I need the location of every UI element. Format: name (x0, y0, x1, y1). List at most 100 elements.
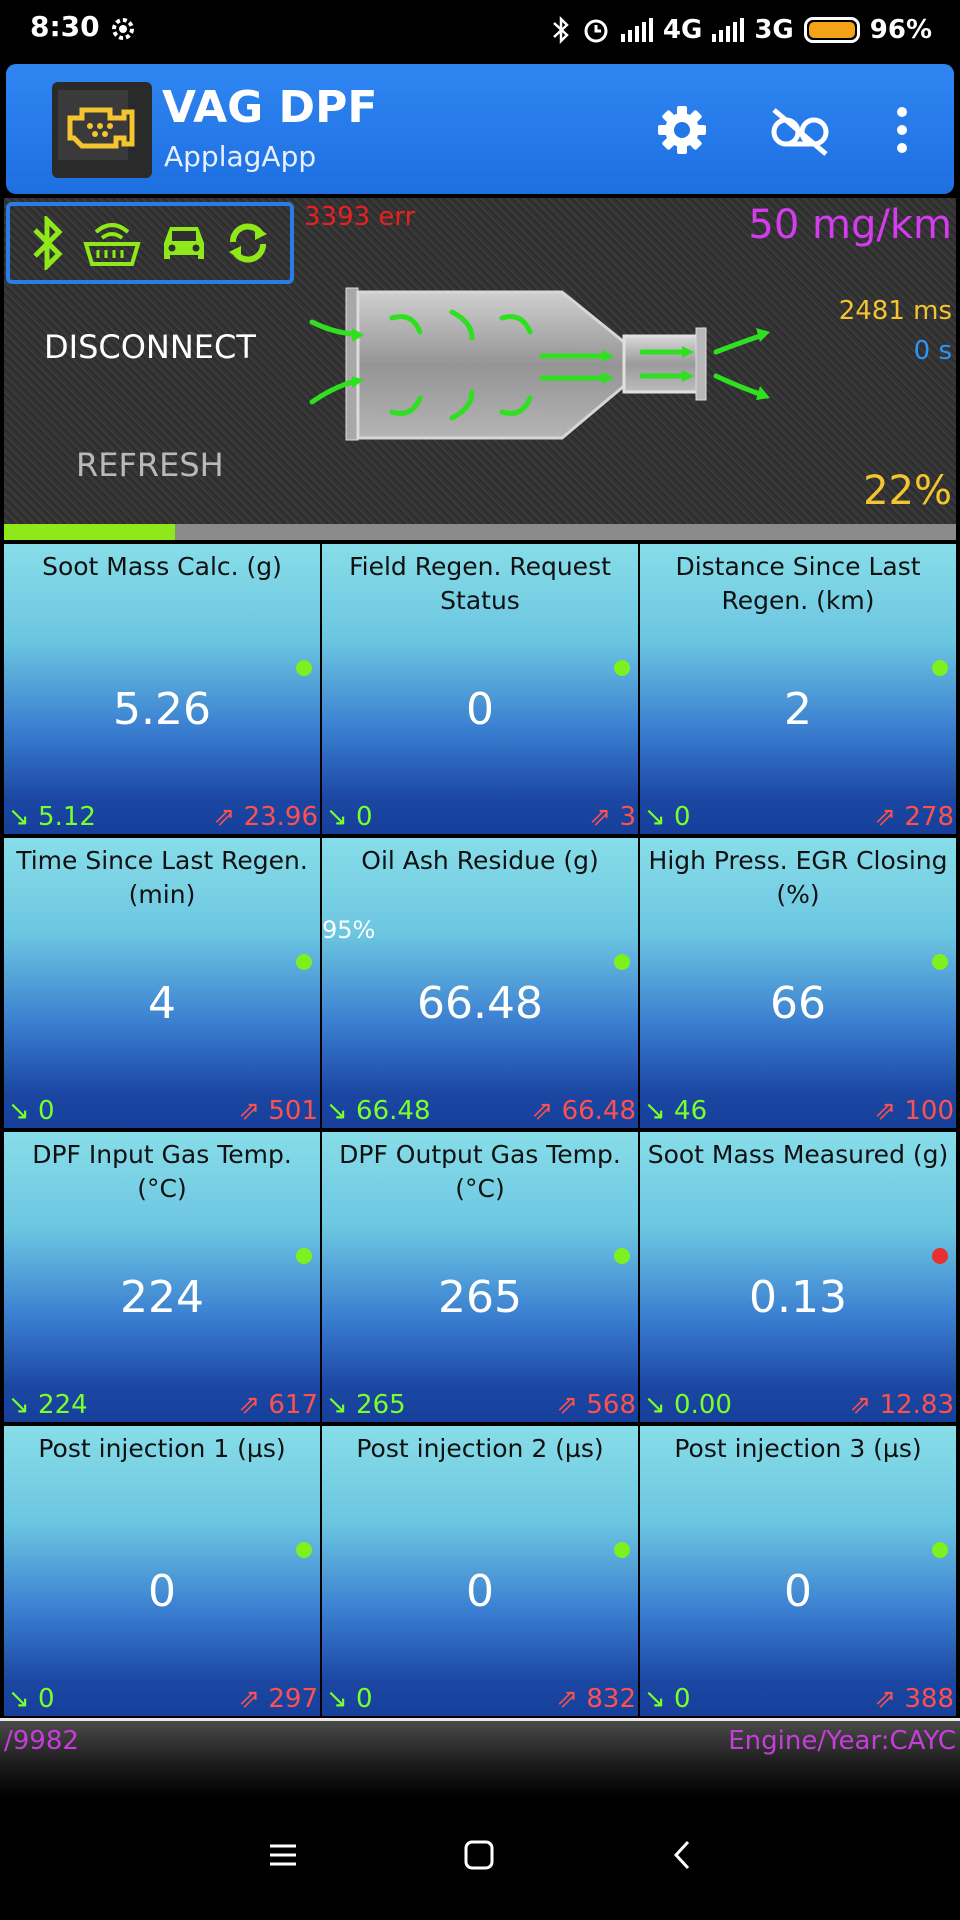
parameter-tile[interactable]: DPF Input Gas Temp. (°C) 224 ↘ 224 ⇗ 617 (4, 1132, 320, 1422)
signal-icon (620, 18, 653, 42)
tile-max-value: ⇗ 278 (874, 802, 954, 832)
tile-title: Time Since Last Regen. (min) (16, 846, 308, 909)
tile-title: Oil Ash Residue (g) (361, 846, 599, 875)
record-off-icon[interactable] (768, 102, 832, 158)
tile-value: 5.26 (113, 684, 211, 735)
engine-year-text: Engine/Year:CAYC (728, 1726, 956, 1756)
parameter-tile[interactable]: Field Regen. Request Status 0 ↘ 0 ⇗ 3 (322, 544, 638, 834)
status-dot (296, 660, 312, 676)
settings-gear-icon[interactable] (654, 102, 710, 158)
parameter-tile[interactable]: High Press. EGR Closing (%) 66 ↘ 46 ⇗ 100 (640, 838, 956, 1128)
tile-max-value: ⇗ 23.96 (213, 802, 318, 832)
dpf-progress-fill (4, 524, 176, 540)
tile-title: Field Regen. Request Status (349, 552, 611, 615)
footer-left-text: /9982 (4, 1726, 79, 1756)
tile-max-value: ⇗ 388 (874, 1684, 954, 1714)
tile-max-value: ⇗ 297 (238, 1684, 318, 1714)
response-time: 2481 ms (838, 296, 952, 326)
parameter-grid: Soot Mass Calc. (g) 5.26 ↘ 5.12 ⇗ 23.96 Fiel… (4, 544, 956, 1716)
status-dot (296, 1542, 312, 1558)
emission-rate: 50 mg/km (748, 202, 952, 248)
info-footer: /9982 Engine/Year:CAYC (0, 1718, 960, 1798)
parameter-tile[interactable]: DPF Output Gas Temp. (°C) 265 ↘ 265 ⇗ 568 (322, 1132, 638, 1422)
parameter-tile[interactable]: Post injection 3 (µs) 0 ↘ 0 ⇗ 388 (640, 1426, 956, 1716)
tile-max-value: ⇗ 832 (556, 1684, 636, 1714)
tile-value: 0 (466, 684, 494, 735)
status-dot (296, 1248, 312, 1264)
tile-title: Distance Since Last Regen. (km) (675, 552, 921, 615)
status-dot (932, 954, 948, 970)
bluetooth-icon (32, 216, 63, 270)
tile-title: DPF Output Gas Temp. (°C) (339, 1140, 621, 1203)
tile-max-value: ⇗ 568 (556, 1390, 636, 1420)
tile-min-value: ↘ 0 (644, 1684, 691, 1714)
engine-icon (58, 90, 135, 160)
tile-extra-percent: 95% (322, 916, 376, 944)
dpf-filter-illustration (309, 287, 770, 441)
battery-icon (803, 17, 860, 43)
connection-status-box (6, 202, 294, 284)
tile-max-value: ⇗ 617 (238, 1390, 318, 1420)
parameter-tile[interactable]: Distance Since Last Regen. (km) 2 ↘ 0 ⇗ 278 (640, 544, 956, 834)
navigation-bar (0, 1800, 960, 1920)
tile-min-value: ↘ 46 (644, 1096, 708, 1126)
tile-value: 0 (784, 1566, 812, 1617)
more-vert-icon[interactable] (892, 102, 912, 158)
parameter-tile[interactable]: Time Since Last Regen. (min) 4 ↘ 0 ⇗ 501 (4, 838, 320, 1128)
tile-max-value: ⇗ 501 (238, 1096, 318, 1126)
app-subtitle: ApplagApp (164, 140, 317, 173)
parameter-tile[interactable]: Soot Mass Calc. (g) 5.26 ↘ 5.12 ⇗ 23.96 (4, 544, 320, 834)
parameter-tile[interactable]: Oil Ash Residue (g) 95% 66.48 ↘ 66.48 ⇗ 66.4… (322, 838, 638, 1128)
tile-title: Soot Mass Measured (g) (647, 1140, 949, 1169)
tile-title: DPF Input Gas Temp. (°C) (32, 1140, 292, 1203)
sync-icon (229, 223, 268, 263)
dpf-fill-percent: 22% (863, 468, 952, 514)
tile-value: 0 (148, 1566, 176, 1617)
tile-title: High Press. EGR Closing (%) (648, 846, 948, 909)
status-dot (614, 1542, 630, 1558)
tile-min-value: ↘ 224 (8, 1390, 88, 1420)
car-icon (163, 227, 204, 259)
tile-title: Soot Mass Calc. (g) (42, 552, 282, 581)
status-time: 8:30 (30, 10, 100, 43)
parameter-tile[interactable]: Post injection 2 (µs) 0 ↘ 0 ⇗ 832 (322, 1426, 638, 1716)
tile-title: Post injection 3 (µs) (674, 1434, 922, 1463)
parameter-tile[interactable]: Post injection 1 (µs) 0 ↘ 0 ⇗ 297 (4, 1426, 320, 1716)
home-icon[interactable] (462, 1838, 496, 1872)
tile-max-value: ⇗ 12.83 (849, 1390, 954, 1420)
bluetooth-status-icon (553, 15, 569, 45)
tile-min-value: ↘ 0 (8, 1096, 55, 1126)
tile-max-value: ⇗ 100 (874, 1096, 954, 1126)
status-dot (932, 660, 948, 676)
battery-level: 96% (869, 15, 932, 45)
status-bar: 8:30 4G 3G 96% (0, 0, 960, 60)
tile-min-value: ↘ 5.12 (8, 802, 96, 832)
app-logo (52, 82, 152, 178)
parameter-tile[interactable]: Soot Mass Measured (g) 0.13 ↘ 0.00 ⇗ 12.83 (640, 1132, 956, 1422)
status-dot (614, 1248, 630, 1264)
disconnect-button[interactable]: DISCONNECT (44, 328, 256, 366)
status-dot (614, 660, 630, 676)
tile-value: 66.48 (417, 978, 543, 1029)
tile-min-value: ↘ 0 (326, 802, 373, 832)
status-dot (932, 1248, 948, 1264)
tile-value: 0.13 (749, 1272, 847, 1323)
tile-value: 4 (148, 978, 176, 1029)
tile-max-value: ⇗ 66.48 (531, 1096, 636, 1126)
app-bar: VAG DPF ApplagApp (6, 64, 954, 194)
tile-value: 0 (466, 1566, 494, 1617)
network-type-2: 3G (754, 15, 794, 45)
network-type-1: 4G (662, 15, 703, 45)
status-dot (932, 1542, 948, 1558)
alarm-icon (584, 19, 608, 43)
tile-value: 224 (120, 1272, 204, 1323)
tile-min-value: ↘ 0 (8, 1684, 55, 1714)
dpf-status-panel: 3393 err 50 mg/km 2481 ms 0 s 22% DISCON… (4, 198, 956, 540)
status-dot (296, 954, 312, 970)
tile-min-value: ↘ 66.48 (326, 1096, 431, 1126)
refresh-button[interactable]: REFRESH (76, 446, 224, 484)
error-count: 3393 err (304, 202, 416, 232)
menu-icon[interactable] (266, 1838, 300, 1872)
tile-title: Post injection 2 (µs) (356, 1434, 604, 1463)
back-icon[interactable] (666, 1838, 700, 1872)
